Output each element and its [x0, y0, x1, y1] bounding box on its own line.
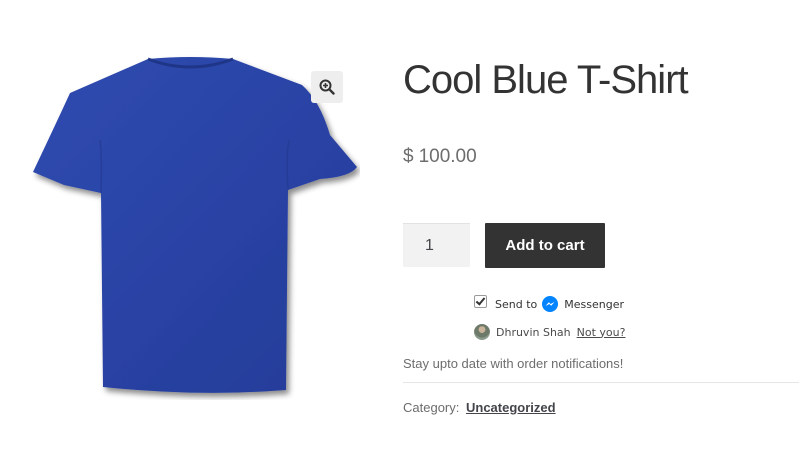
- send-to-label: Send to: [495, 297, 538, 311]
- messenger-checkbox[interactable]: [474, 294, 487, 308]
- tshirt-image: [33, 57, 357, 393]
- messenger-optin: Send to Messenger: [474, 294, 624, 312]
- user-name: Dhruvin Shah: [496, 325, 571, 339]
- price-amount: 100.00: [418, 146, 477, 167]
- category-link[interactable]: Uncategorized: [466, 400, 556, 415]
- zoom-in-icon: [319, 79, 335, 95]
- price-currency: $: [403, 146, 414, 167]
- messenger-icon: [542, 296, 559, 312]
- not-you-link[interactable]: Not you?: [577, 326, 626, 339]
- quantity-input[interactable]: [403, 223, 470, 267]
- avatar: [474, 324, 490, 340]
- notifications-text: Stay upto date with order notifications!: [403, 356, 624, 371]
- product-title: Cool Blue T-Shirt: [403, 58, 689, 102]
- messenger-label: Messenger: [564, 297, 624, 311]
- messenger-user: Dhruvin Shah Not you?: [474, 324, 625, 340]
- divider: [403, 382, 799, 383]
- zoom-button[interactable]: [311, 71, 343, 103]
- category-label: Category:: [403, 400, 460, 415]
- product-category: Category: Uncategorized: [403, 400, 556, 415]
- add-to-cart-button[interactable]: Add to cart: [485, 223, 605, 268]
- product-image: [30, 55, 360, 400]
- product-price: $100.00: [403, 146, 477, 168]
